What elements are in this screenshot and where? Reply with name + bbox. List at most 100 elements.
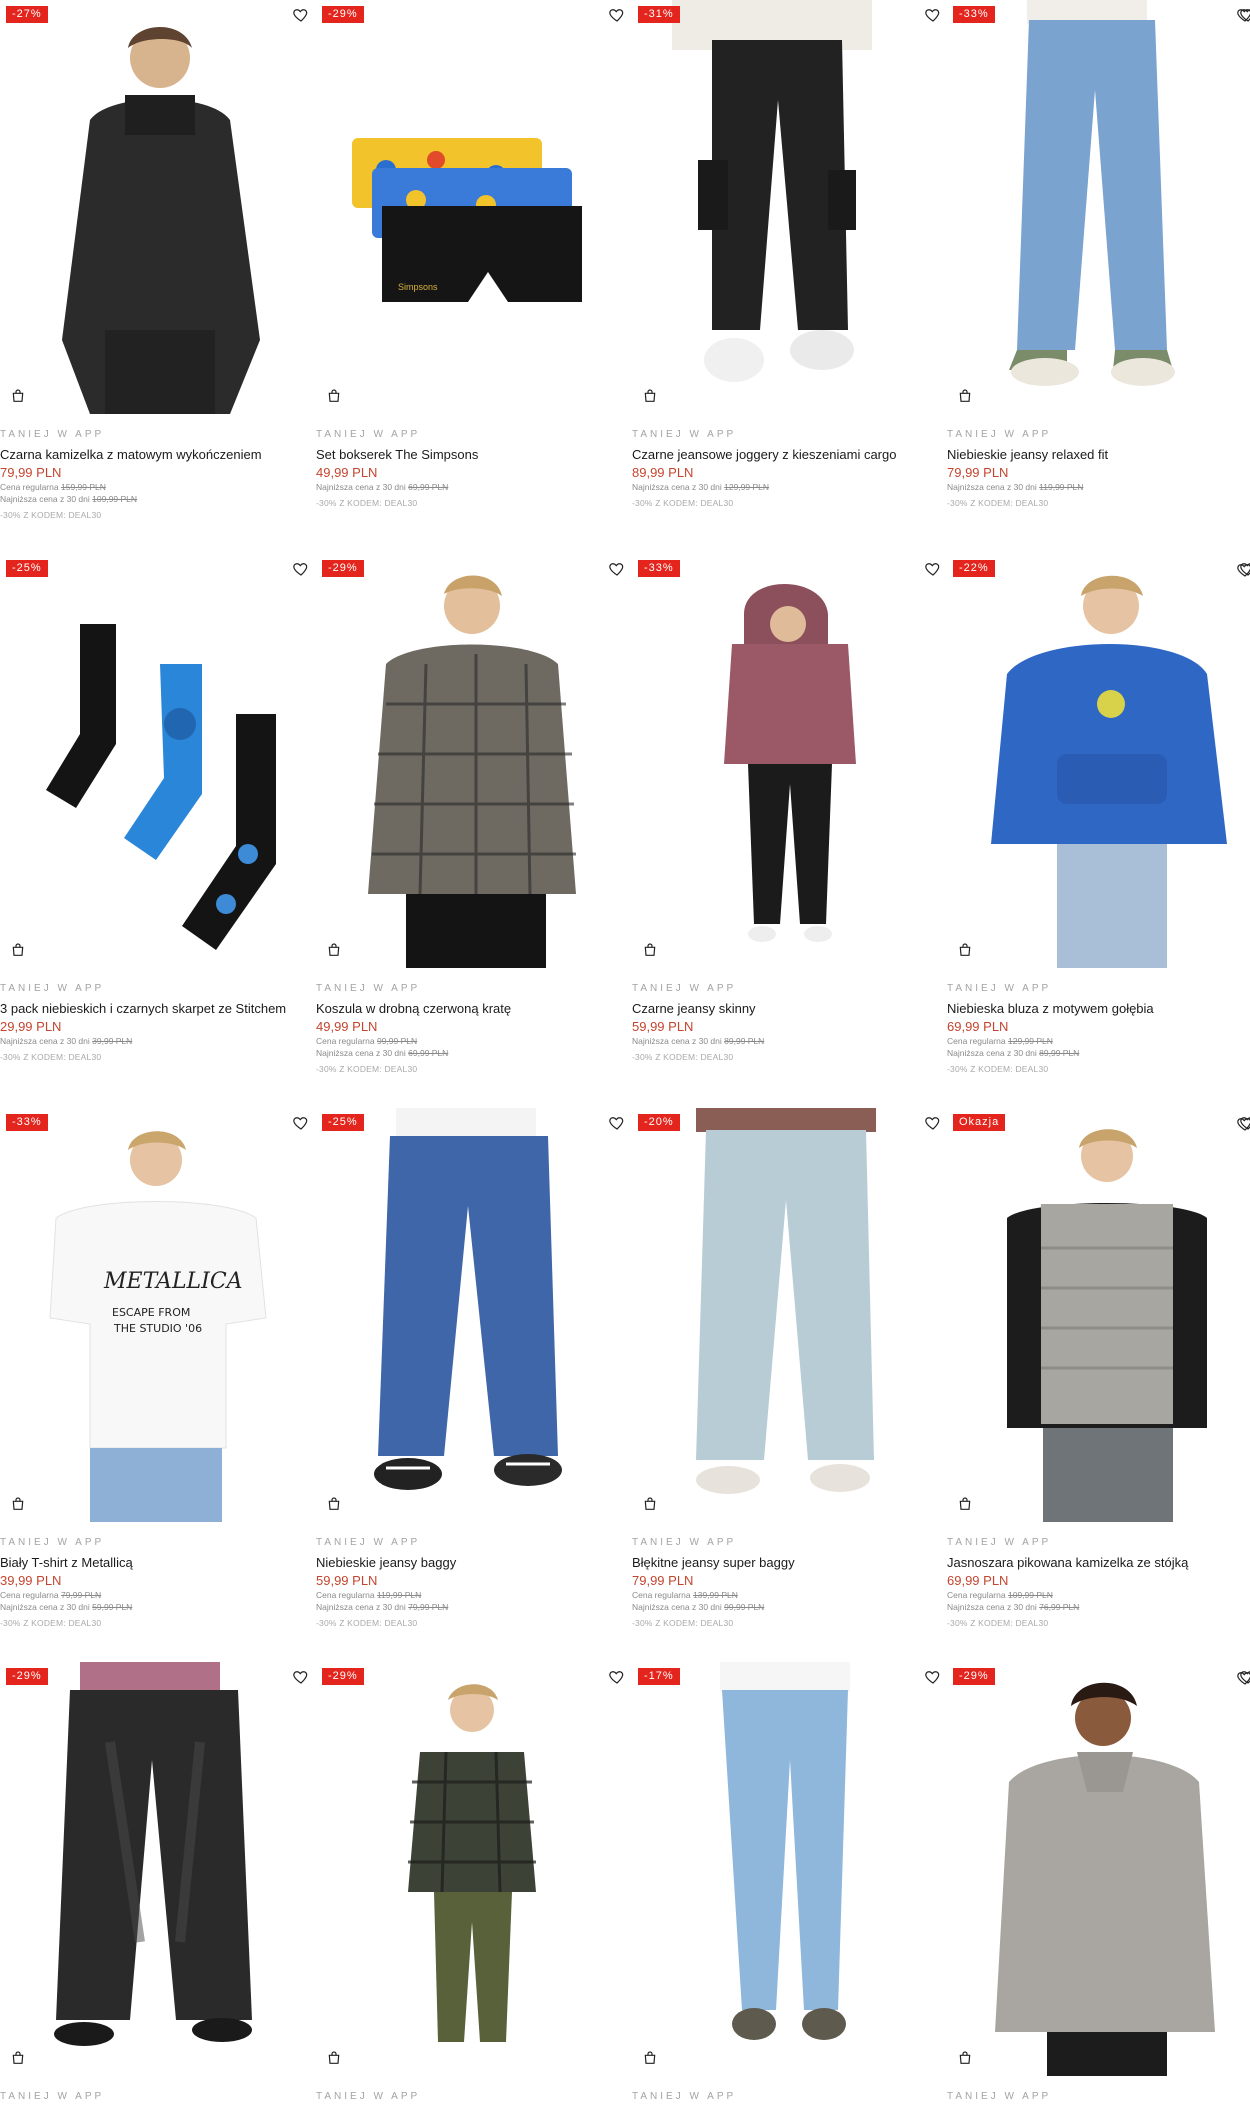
product-image[interactable] [947, 1108, 1250, 1522]
heart-icon[interactable] [292, 6, 310, 24]
heart-icon[interactable] [292, 1114, 310, 1132]
heart-icon[interactable] [924, 1114, 942, 1132]
shopping-bag-icon[interactable] [10, 1496, 26, 1512]
lowest-price-line: Najniższa cena z 30 dni 39,99 PLN [0, 1035, 316, 1047]
heart-icon[interactable] [924, 6, 942, 24]
shopping-bag-icon[interactable] [957, 388, 973, 404]
lowest-price: 69,99 PLN [408, 482, 449, 492]
product-image[interactable] [316, 1108, 632, 1522]
heart-icon[interactable] [1236, 1115, 1250, 1133]
heart-icon[interactable] [608, 560, 626, 578]
svg-text:Simpsons: Simpsons [398, 282, 438, 292]
product-info: TANIEJ W APP 3 pack niebieskich i czarny… [0, 982, 316, 1063]
shopping-bag-icon[interactable] [642, 2050, 658, 2066]
product-name[interactable]: Koszula w drobną czerwoną kratę [316, 1001, 632, 1017]
product-image[interactable] [0, 1662, 316, 2076]
discount-code: -30% Z KODEM: DEAL30 [316, 1618, 418, 1628]
product-name[interactable]: Niebieskie jeansy relaxed fit [947, 447, 1250, 463]
app-promo-label: TANIEJ W APP [632, 1537, 737, 1548]
product-image[interactable] [316, 554, 632, 968]
shopping-bag-icon[interactable] [642, 1496, 658, 1512]
product-image[interactable] [947, 1662, 1250, 2076]
product-image[interactable] [0, 0, 316, 414]
app-promo-label: TANIEJ W APP [0, 1537, 105, 1548]
shopping-bag-icon[interactable] [10, 388, 26, 404]
product-info: TANIEJ W APP [0, 2090, 316, 2111]
regular-price: 119,99 PLN [376, 1590, 422, 1600]
product-name[interactable]: Błękitne jeansy super baggy [632, 1555, 948, 1571]
heart-icon[interactable] [1236, 561, 1250, 579]
shopping-bag-icon[interactable] [957, 942, 973, 958]
product-name[interactable]: 3 pack niebieskich i czarnych skarpet ze… [0, 1001, 316, 1017]
product-price: 49,99 PLN [316, 1019, 378, 1034]
lowest-price-line: Najniższa cena z 30 dni 76,99 PLN [947, 1601, 1250, 1613]
lowest-price: 76,99 PLN [1039, 1602, 1080, 1612]
product-name[interactable]: Czarna kamizelka z matowym wykończeniem [0, 447, 316, 463]
shopping-bag-icon[interactable] [642, 942, 658, 958]
product-image[interactable] [632, 1108, 948, 1522]
product-image[interactable] [316, 1662, 632, 2076]
app-promo-label: TANIEJ W APP [316, 1537, 421, 1548]
shopping-bag-icon[interactable] [326, 2050, 342, 2066]
shopping-bag-icon[interactable] [642, 388, 658, 404]
product-info: TANIEJ W APP [947, 2090, 1250, 2111]
lowest-price-line: Najniższa cena z 30 dni 69,99 PLN [316, 1047, 632, 1059]
product-price: 49,99 PLN [316, 465, 378, 480]
product-name[interactable]: Biały T-shirt z Metallicą [0, 1555, 316, 1571]
product-image[interactable]: Simpsons [316, 0, 632, 414]
heart-icon[interactable] [924, 1668, 942, 1686]
shopping-bag-icon[interactable] [326, 388, 342, 404]
app-promo-label: TANIEJ W APP [947, 429, 1052, 440]
product-image[interactable] [632, 0, 948, 414]
heart-icon[interactable] [1236, 6, 1250, 24]
shopping-bag-icon[interactable] [957, 2050, 973, 2066]
product-name[interactable]: Niebieskie jeansy baggy [316, 1555, 632, 1571]
heart-icon[interactable] [608, 6, 626, 24]
product-image[interactable] [947, 554, 1250, 968]
product-name[interactable]: Jasnoszara pikowana kamizelka ze stójką [947, 1555, 1250, 1571]
lowest-price-label: Najniższa cena z 30 dni [316, 1602, 406, 1612]
heart-icon[interactable] [608, 1668, 626, 1686]
discount-badge: -29% [6, 1668, 48, 1685]
regular-price-line: Cena regularna 129,99 PLN [947, 1035, 1250, 1047]
lowest-price: 39,99 PLN [92, 1036, 133, 1046]
heart-icon[interactable] [292, 1668, 310, 1686]
product-name[interactable]: Set bokserek The Simpsons [316, 447, 632, 463]
product-image[interactable] [947, 0, 1250, 414]
heart-icon[interactable] [292, 560, 310, 578]
heart-icon[interactable] [1236, 1669, 1250, 1687]
product-image[interactable] [632, 554, 948, 968]
shopping-bag-icon[interactable] [326, 1496, 342, 1512]
heart-icon[interactable] [924, 560, 942, 578]
product-name[interactable]: Czarne jeansowe joggery z kieszeniami ca… [632, 447, 948, 463]
shopping-bag-icon[interactable] [10, 942, 26, 958]
product-image[interactable]: METALLICA ESCAPE FROM THE STUDIO '06 [0, 1108, 316, 1522]
discount-code: -30% Z KODEM: DEAL30 [316, 1064, 418, 1074]
lowest-price-line: Najniższa cena z 30 dni 89,99 PLN [947, 1047, 1250, 1059]
heart-icon[interactable] [608, 1114, 626, 1132]
lowest-price-label: Najniższa cena z 30 dni [632, 482, 722, 492]
discount-badge: -27% [6, 6, 48, 23]
shopping-bag-icon[interactable] [10, 2050, 26, 2066]
app-promo-label: TANIEJ W APP [0, 2091, 105, 2102]
discount-badge: -29% [322, 1668, 364, 1685]
product-name[interactable]: Czarne jeansy skinny [632, 1001, 948, 1017]
discount-code: -30% Z KODEM: DEAL30 [632, 1052, 734, 1062]
app-promo-label: TANIEJ W APP [0, 429, 105, 440]
lowest-price-line: Najniższa cena z 30 dni 129,99 PLN [632, 481, 948, 493]
product-image[interactable] [0, 554, 316, 968]
discount-badge: -25% [6, 560, 48, 577]
discount-badge: -33% [953, 6, 995, 23]
product-price: 89,99 PLN [632, 465, 694, 480]
product-name[interactable]: Niebieska bluza z motywem gołębia [947, 1001, 1250, 1017]
app-promo-label: TANIEJ W APP [316, 2091, 421, 2102]
discount-badge: -31% [638, 6, 680, 23]
lowest-price: 69,99 PLN [408, 1048, 449, 1058]
product-image[interactable] [632, 1662, 948, 2076]
discount-code: -30% Z KODEM: DEAL30 [947, 1618, 1049, 1628]
shopping-bag-icon[interactable] [326, 942, 342, 958]
lowest-price-label: Najniższa cena z 30 dni [947, 1602, 1037, 1612]
shopping-bag-icon[interactable] [957, 1496, 973, 1512]
regular-price-label: Cena regularna [316, 1590, 375, 1600]
discount-code: -30% Z KODEM: DEAL30 [632, 498, 734, 508]
